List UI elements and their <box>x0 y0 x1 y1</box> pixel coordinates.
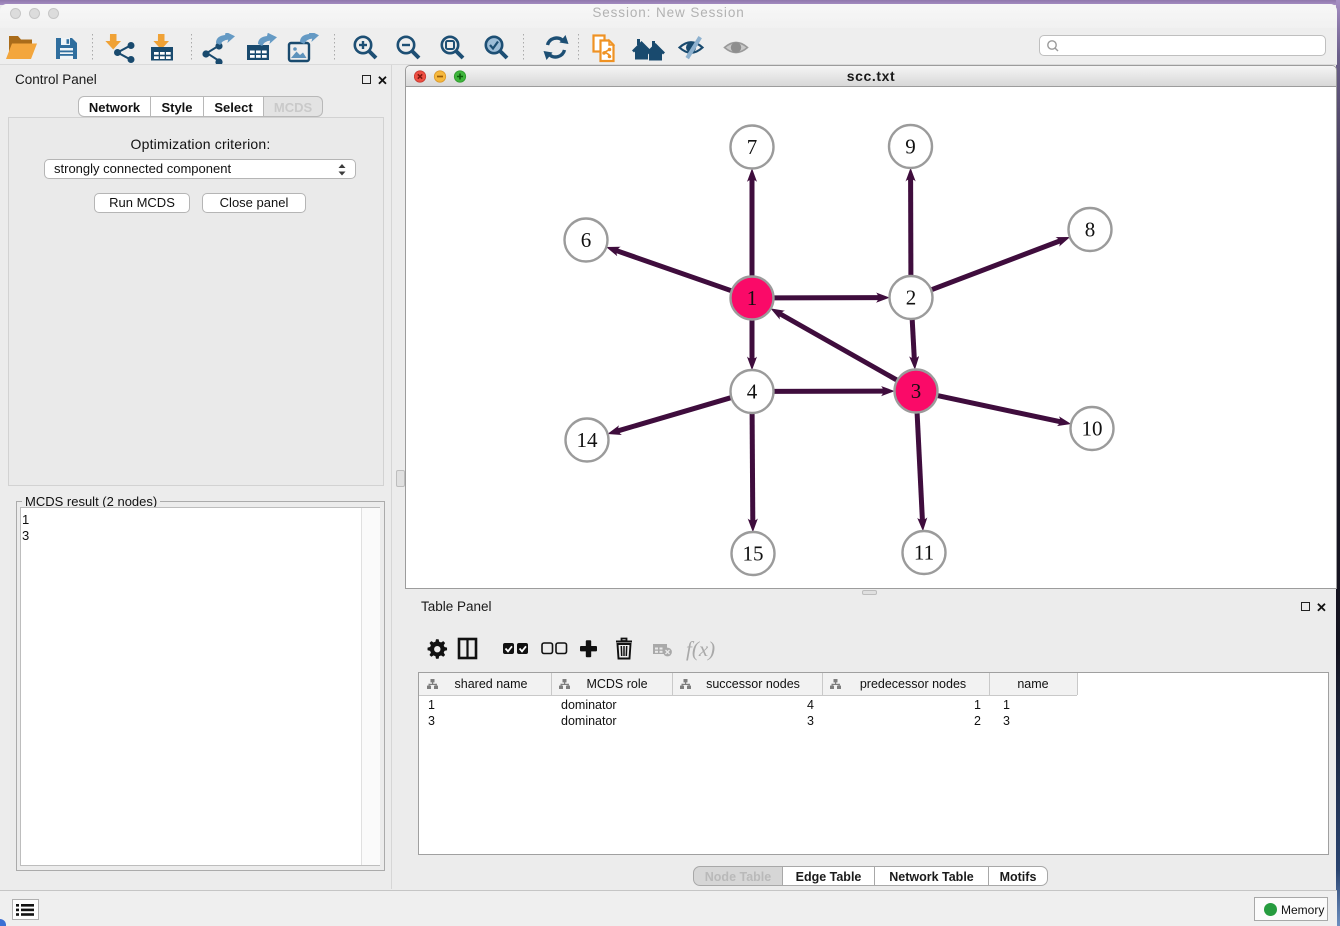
svg-text:7: 7 <box>747 135 758 159</box>
svg-text:15: 15 <box>743 542 764 566</box>
svg-text:3: 3 <box>1003 714 1010 728</box>
svg-text:dominator: dominator <box>561 698 617 712</box>
svg-text:9: 9 <box>905 135 916 159</box>
svg-text:shared name: shared name <box>455 677 528 691</box>
svg-text:4: 4 <box>807 698 814 712</box>
svg-text:3: 3 <box>911 379 922 403</box>
svg-text:3: 3 <box>807 714 814 728</box>
svg-text:4: 4 <box>747 380 758 404</box>
svg-text:MCDS role: MCDS role <box>586 677 647 691</box>
svg-text:successor nodes: successor nodes <box>706 677 800 691</box>
svg-text:predecessor nodes: predecessor nodes <box>860 677 966 691</box>
svg-text:2: 2 <box>974 714 981 728</box>
svg-text:f(x): f(x) <box>686 637 715 661</box>
svg-text:1: 1 <box>428 698 435 712</box>
svg-text:1: 1 <box>747 286 758 310</box>
svg-text:dominator: dominator <box>561 714 617 728</box>
svg-text:14: 14 <box>577 428 599 452</box>
svg-text:1: 1 <box>1003 698 1010 712</box>
svg-text:6: 6 <box>581 228 592 252</box>
svg-text:10: 10 <box>1082 417 1103 441</box>
svg-text:11: 11 <box>914 541 934 565</box>
svg-text:1: 1 <box>974 698 981 712</box>
svg-text:8: 8 <box>1085 218 1096 242</box>
svg-text:name: name <box>1017 677 1048 691</box>
svg-text:2: 2 <box>906 286 917 310</box>
svg-text:3: 3 <box>428 714 435 728</box>
